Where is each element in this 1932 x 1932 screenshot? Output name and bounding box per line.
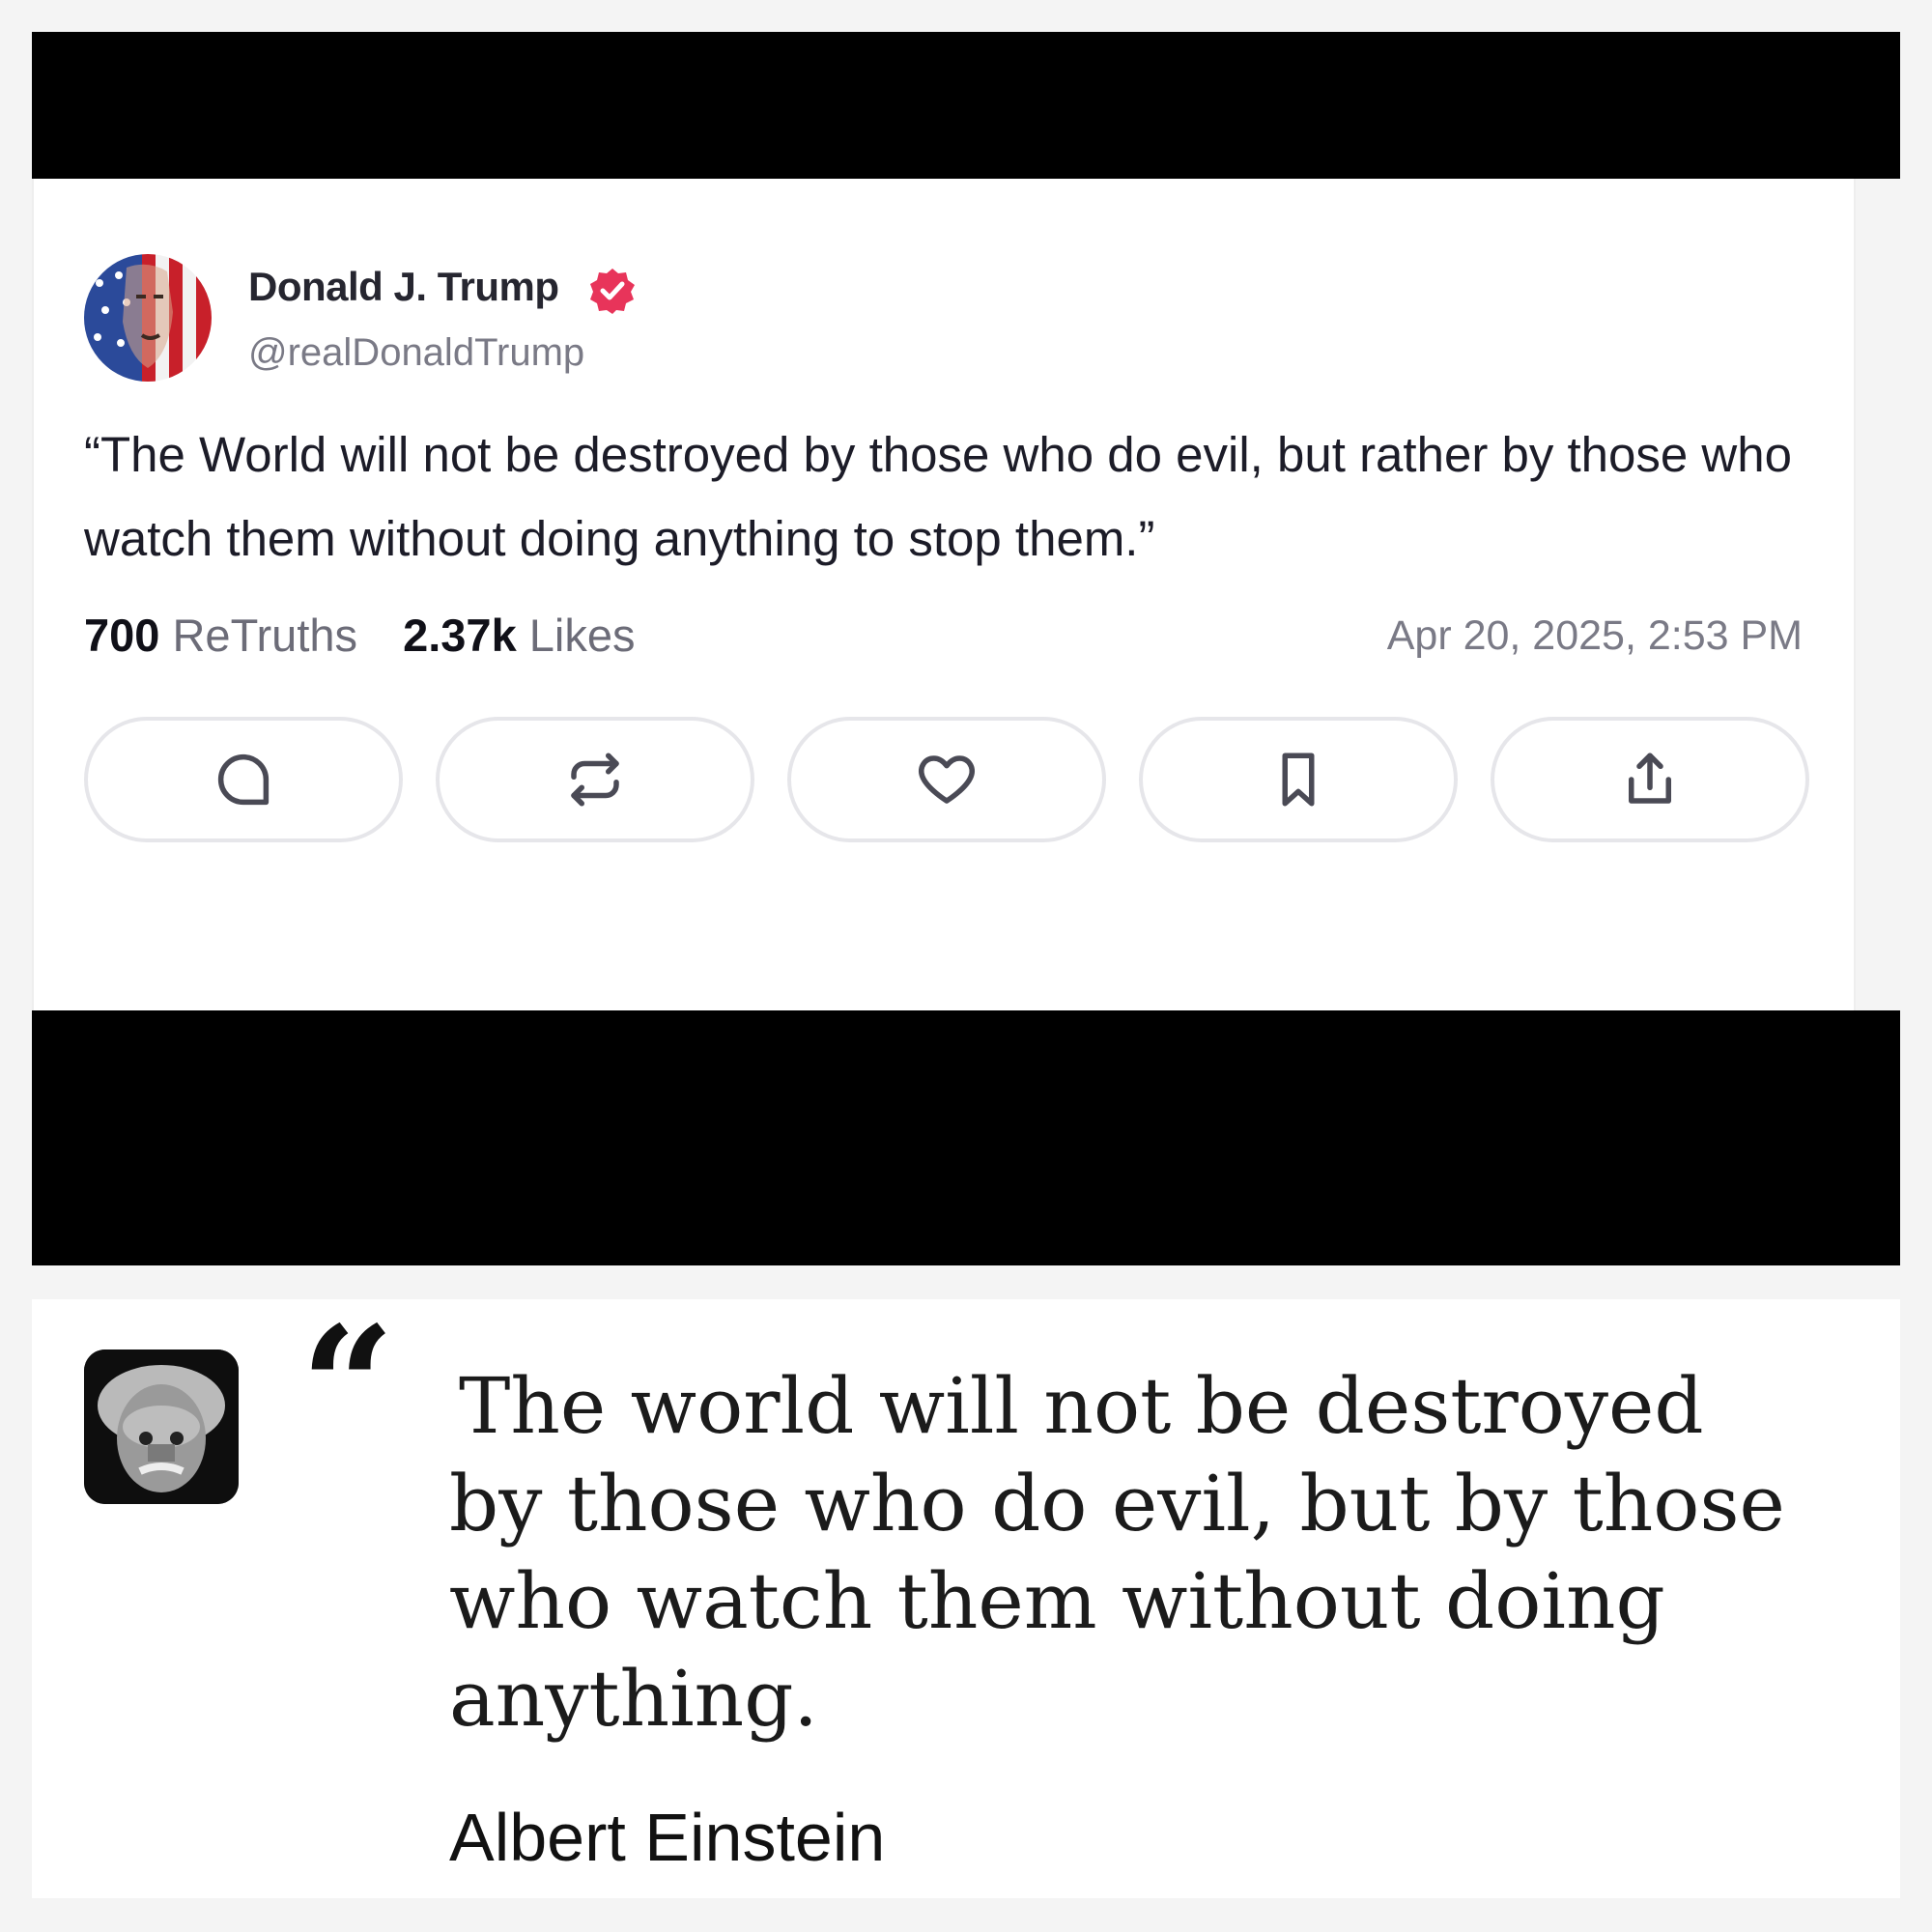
retruths-label: ReTruths [172, 610, 358, 661]
likes-stat[interactable]: 2.37k Likes [403, 610, 635, 661]
verified-badge-icon [590, 269, 635, 314]
post-stats: 700 ReTruths 2.37k Likes [84, 609, 668, 662]
quote-text: The world will not be destroyed by those… [449, 1361, 1785, 1744]
repost-icon [571, 753, 619, 807]
quote-card: “ The world will not be destroyed by tho… [32, 1299, 1900, 1898]
post-timestamp[interactable]: Apr 20, 2025, 2:53 PM [1387, 612, 1803, 660]
truth-social-post: Donald J. Trump @realDonaldTrump “The Wo… [32, 179, 1856, 1010]
comment-icon [217, 753, 270, 806]
retruths-stat[interactable]: 700 ReTruths [84, 610, 357, 661]
redaction-bar-bottom [32, 1010, 1900, 1265]
author-handle[interactable]: @realDonaldTrump [248, 331, 584, 375]
bookmark-icon [1282, 753, 1315, 807]
share-icon [1629, 753, 1671, 804]
like-button[interactable] [787, 717, 1106, 842]
einstein-portrait [84, 1350, 239, 1504]
likes-count: 2.37k [403, 610, 517, 661]
retruths-count: 700 [84, 610, 160, 661]
redaction-bar-top [32, 32, 1900, 179]
author-name[interactable]: Donald J. Trump [248, 264, 559, 310]
quote-author: Albert Einstein [449, 1800, 886, 1875]
heart-icon [919, 755, 975, 804]
avatar[interactable] [84, 254, 212, 382]
post-text: “The World will not be destroyed by thos… [84, 427, 1792, 566]
retruth-button[interactable] [436, 717, 754, 842]
reply-button[interactable] [84, 717, 403, 842]
share-button[interactable] [1491, 717, 1809, 842]
bookmark-button[interactable] [1139, 717, 1458, 842]
quotation-mark-icon: “ [300, 1291, 395, 1484]
likes-label: Likes [528, 610, 636, 661]
